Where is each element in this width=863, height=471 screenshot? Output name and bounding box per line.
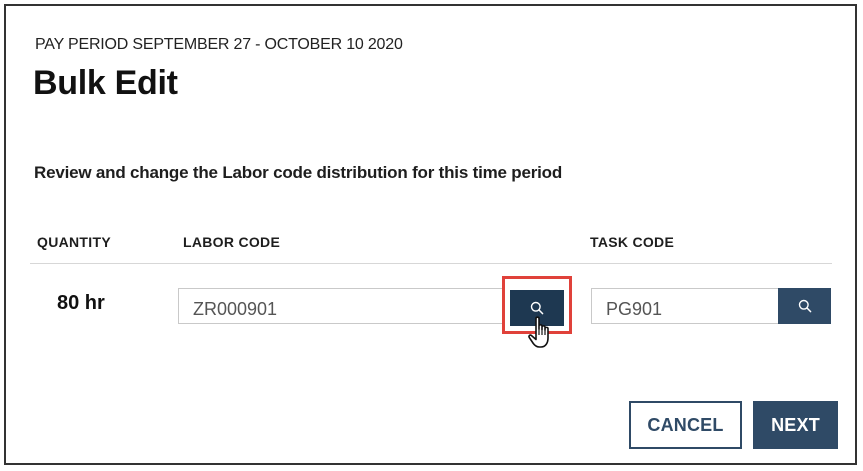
dialog-title: Bulk Edit bbox=[33, 64, 178, 102]
next-button[interactable]: NEXT bbox=[753, 401, 838, 449]
pay-period-label: PAY PERIOD SEPTEMBER 27 - OCTOBER 10 202… bbox=[35, 36, 403, 53]
task-code-search-button[interactable] bbox=[778, 288, 831, 324]
instructions-text: Review and change the Labor code distrib… bbox=[34, 163, 563, 182]
hand-pointer-icon bbox=[528, 316, 549, 348]
header-divider bbox=[30, 263, 832, 264]
labor-code-input[interactable] bbox=[178, 288, 503, 324]
cancel-button[interactable]: CANCEL bbox=[629, 401, 742, 449]
search-icon bbox=[798, 299, 811, 313]
bulk-edit-dialog: PAY PERIOD SEPTEMBER 27 - OCTOBER 10 202… bbox=[4, 4, 857, 465]
labor-code-column-header: LABOR CODE bbox=[183, 234, 281, 250]
search-icon bbox=[530, 301, 544, 315]
task-code-column-header: TASK CODE bbox=[590, 234, 675, 250]
quantity-column-header: QUANTITY bbox=[37, 234, 111, 250]
task-code-input[interactable] bbox=[591, 288, 781, 324]
quantity-value: 80 hr bbox=[57, 292, 105, 314]
